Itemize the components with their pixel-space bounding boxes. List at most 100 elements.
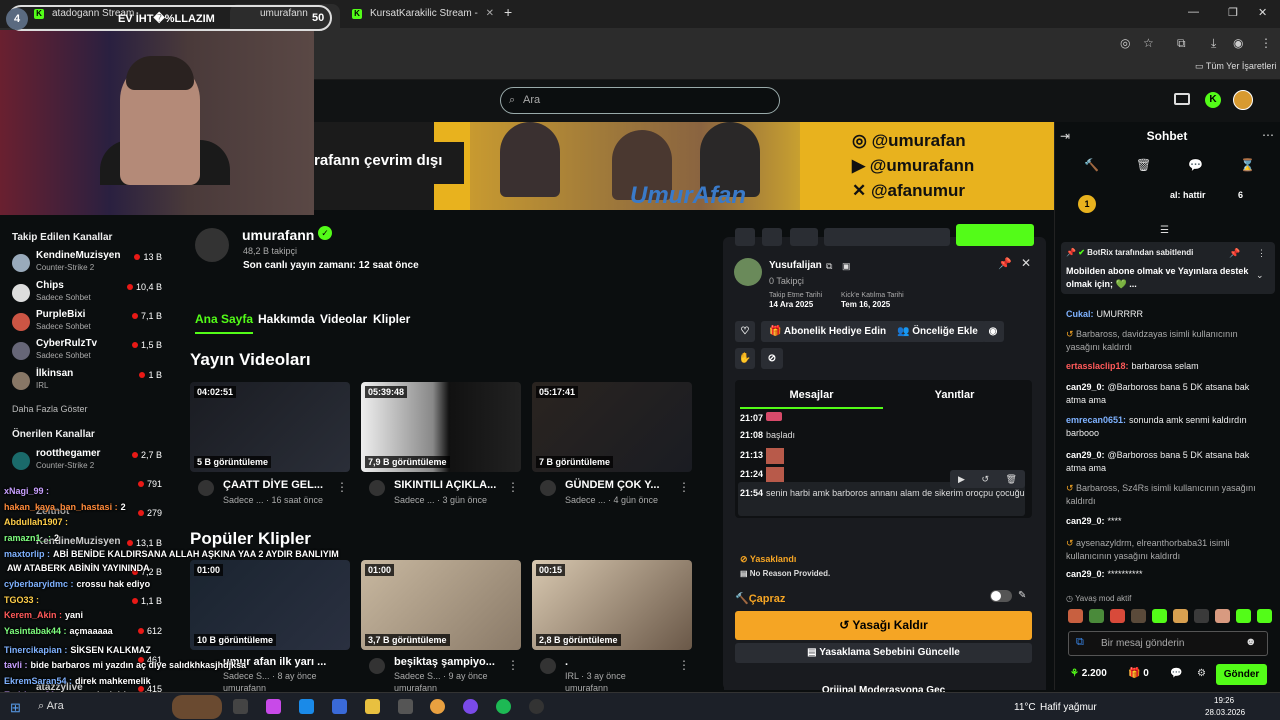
maximize-button[interactable]: ❐ xyxy=(1228,6,1238,19)
chat-message[interactable]: can29_0: @Barboross bana 5 DK atsana bak … xyxy=(1066,381,1271,407)
card-icon[interactable]: ▣ xyxy=(842,261,851,272)
emote-icon[interactable] xyxy=(1236,609,1251,623)
app-icon[interactable] xyxy=(398,699,413,714)
undo-icon[interactable]: ↺ xyxy=(981,474,989,484)
more-options-icon[interactable]: ⋮ xyxy=(336,480,348,494)
bookmark-star-icon[interactable]: ☆ xyxy=(1143,36,1154,50)
tab-messages[interactable]: Mesajlar xyxy=(740,389,883,409)
tab-home[interactable]: Ana Sayfa xyxy=(195,312,254,334)
channel-avatar[interactable] xyxy=(195,228,229,262)
menu-icon[interactable]: ⋮ xyxy=(1260,36,1272,50)
gift-count[interactable]: 🎁 0 xyxy=(1128,668,1149,679)
expand-icon[interactable]: ☰ xyxy=(1160,225,1169,236)
gear-icon[interactable]: ⚙ xyxy=(1197,668,1206,679)
clip-title[interactable]: . xyxy=(565,656,568,668)
more-options-icon[interactable]: ⋮ xyxy=(678,480,690,494)
search-input[interactable]: ⌕ Ara xyxy=(500,87,780,114)
emote-icon[interactable] xyxy=(1131,609,1146,623)
chat-system-message[interactable]: ↺ aysenazyldrm, elreanthorbaba31 isimli … xyxy=(1066,537,1271,563)
emote-icon[interactable] xyxy=(1194,609,1209,623)
file-explorer-icon[interactable] xyxy=(365,699,380,714)
sidebar-item-followed[interactable]: Chips Sadece Sohbet 10,4 B xyxy=(12,280,162,306)
user-avatar[interactable] xyxy=(1233,90,1253,110)
more-options-icon[interactable]: ⋮ xyxy=(507,480,519,494)
sidebar-item-followed[interactable]: PurpleBixi Sadece Sohbet 7,1 B xyxy=(12,309,162,335)
ban-toggle[interactable] xyxy=(990,590,1012,602)
gift-sub-button[interactable]: 🎁 Abonelik Hediye Edin xyxy=(761,321,895,342)
video-thumbnail[interactable]: 05:39:48 7,9 B görüntüleme xyxy=(361,382,521,472)
taskbar-search[interactable]: ⌕ Ara xyxy=(38,700,64,713)
clip-title[interactable]: beşiktaş şampiyo... xyxy=(394,656,495,668)
close-popup-icon[interactable]: ✕ xyxy=(1021,256,1031,270)
edge-icon[interactable] xyxy=(299,699,314,714)
chat-bubble-icon[interactable]: 💬 xyxy=(1170,668,1182,679)
clip-thumbnail[interactable]: 00:15 2,8 B görüntüleme xyxy=(532,560,692,650)
minimize-button[interactable]: — xyxy=(1188,6,1199,18)
chat-message-input[interactable]: Bir mesaj gönderin xyxy=(1068,631,1268,656)
mail-icon[interactable] xyxy=(332,699,347,714)
theater-mode-icon[interactable] xyxy=(1174,93,1190,105)
sidebar-item-recommended[interactable]: rootthegamer Counter-Strike 2 2,7 B xyxy=(12,448,162,474)
emote-icon[interactable] xyxy=(1215,609,1230,623)
pin-icon[interactable]: 📌 xyxy=(998,257,1012,270)
emote-icon[interactable] xyxy=(1257,609,1272,623)
download-icon[interactable]: ⤓ xyxy=(1211,36,1216,51)
chat-message[interactable]: can29_0: ********** xyxy=(1066,568,1271,581)
close-tab-icon[interactable]: ✕ xyxy=(486,4,494,24)
emote-icon[interactable] xyxy=(1173,609,1188,623)
close-window-button[interactable]: ✕ xyxy=(1258,6,1267,19)
emote-icon[interactable] xyxy=(1089,609,1104,623)
copy-icon[interactable]: ⧉ xyxy=(826,261,832,272)
more-options-icon[interactable]: ⋮ xyxy=(507,658,519,672)
kick-logo-icon[interactable]: K xyxy=(1205,92,1221,108)
bot-icon[interactable]: ⧉ xyxy=(1076,636,1084,649)
chat-message[interactable]: ertasslaclip18: barbarosa selam xyxy=(1066,360,1271,373)
tab-clips[interactable]: Klipler xyxy=(373,312,410,326)
gift-sub-header-button[interactable] xyxy=(824,228,950,246)
browser-tab-3[interactable]: K KursatKarakilic Stream - Watch ✕ xyxy=(340,4,500,39)
clip-thumbnail[interactable]: 01:00 3,7 B görüntüleme xyxy=(361,560,521,650)
more-icon[interactable]: ⋮ xyxy=(1257,248,1266,259)
trash-icon[interactable]: 🗑 xyxy=(1136,158,1151,172)
obs-icon[interactable] xyxy=(529,699,544,714)
play-icon[interactable]: ▶ xyxy=(958,474,965,484)
heart-icon[interactable]: ♡ xyxy=(735,321,755,342)
video-title[interactable]: ÇAATT DİYE GEL... xyxy=(223,479,323,491)
pin-icon[interactable]: 📌 xyxy=(1229,248,1240,259)
new-tab-button[interactable]: + xyxy=(504,4,512,20)
chat-menu-icon[interactable]: ⋯ xyxy=(1262,128,1274,142)
update-ban-reason-button[interactable]: ▤ Yasaklama Sebebini Güncelle xyxy=(735,643,1032,663)
hourglass-icon[interactable]: ⌛ xyxy=(1240,158,1255,172)
video-title[interactable]: SIKINTILI AÇIKLA... xyxy=(394,479,496,491)
toolbar-button[interactable] xyxy=(735,228,755,246)
discord-icon[interactable] xyxy=(463,699,478,714)
emote-icon[interactable] xyxy=(1068,609,1083,623)
sidebar-item-followed[interactable]: KendineMuzisyen Counter-Strike 2 13 B xyxy=(12,250,162,276)
sidebar-item-followed[interactable]: CyberRulzTv Sadece Sohbet 1,5 B xyxy=(12,338,162,364)
copilot-icon[interactable] xyxy=(266,699,281,714)
chat-message[interactable]: emrecan0651: sonunda amk senmi kaldırdın … xyxy=(1066,414,1271,440)
chat-message[interactable]: Cukal: UMURRRR xyxy=(1066,308,1271,321)
clip-thumbnail[interactable]: 01:00 10 B görüntüleme xyxy=(190,560,350,650)
delete-icon[interactable]: 🗑 xyxy=(1006,474,1017,484)
spotify-icon[interactable] xyxy=(496,699,511,714)
emote-icon[interactable] xyxy=(1152,609,1167,623)
tab-replies[interactable]: Yanıtlar xyxy=(883,389,1026,407)
subscribe-button[interactable] xyxy=(956,224,1034,246)
eye-off-icon[interactable]: ◎ xyxy=(1120,36,1130,50)
add-priority-button[interactable]: 👥 Önceliğe Ekle xyxy=(889,321,986,342)
video-thumbnail[interactable]: 05:17:41 7 B görüntüleme xyxy=(532,382,692,472)
eye-icon[interactable]: ◉ xyxy=(982,321,1004,342)
more-options-icon[interactable]: ⋮ xyxy=(678,658,690,672)
all-bookmarks-link[interactable]: ▭ Tüm Yer İşaretleri xyxy=(1195,61,1276,72)
video-thumbnail[interactable]: 04:02:51 5 B görüntüleme xyxy=(190,382,350,472)
hand-icon[interactable]: ✋ xyxy=(735,348,755,369)
unban-button[interactable]: ↺ Yasağı Kaldır xyxy=(735,611,1032,640)
chat-system-message[interactable]: ↺ Barbaross, davidzayas isimli kullanıcı… xyxy=(1066,328,1271,354)
tab-about[interactable]: Hakkımda xyxy=(258,312,315,326)
chevron-down-icon[interactable]: ⌄ xyxy=(1256,270,1264,281)
chat-message[interactable]: can29_0: @Barboross bana 5 DK atsana bak … xyxy=(1066,449,1271,475)
chat-system-message[interactable]: ↺ Barbaross, Sz4Rs isimli kullanıcının y… xyxy=(1066,482,1271,508)
video-title[interactable]: GÜNDEM ÇOK Y... xyxy=(565,479,660,491)
windows-start-icon[interactable]: ⊞ xyxy=(10,700,21,716)
